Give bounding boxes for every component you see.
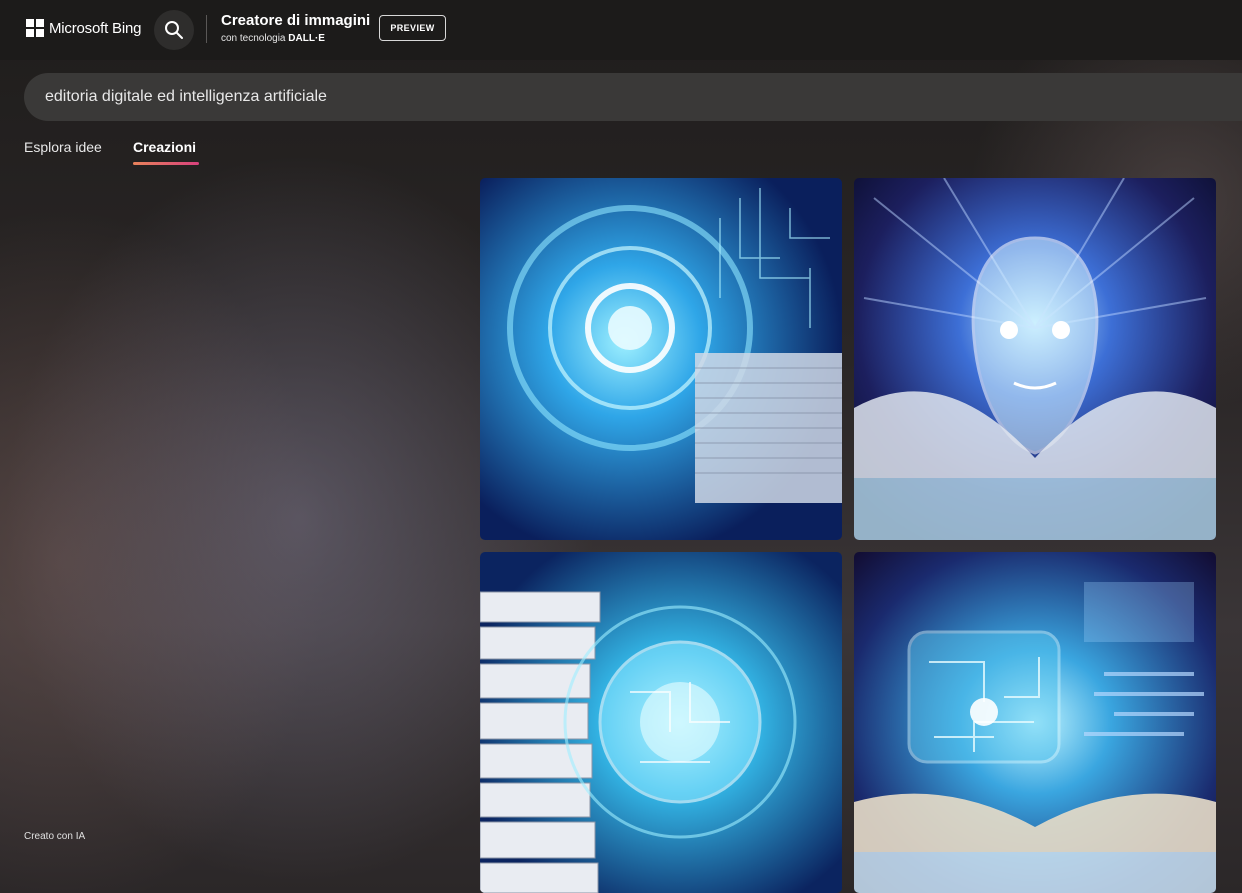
search-button[interactable] <box>154 10 194 50</box>
generated-image-1[interactable] <box>480 178 842 540</box>
top-header: Microsoft Bing Creatore di immagini con … <box>0 0 1242 60</box>
tab-explore-ideas[interactable]: Esplora idee <box>24 139 102 155</box>
tab-creations[interactable]: Creazioni <box>133 139 196 155</box>
brand-name: Microsoft Bing <box>49 19 142 37</box>
microsoft-logo-icon <box>26 19 44 37</box>
product-subtitle: con tecnologia DALL·E <box>221 33 370 44</box>
product-title-block: Creatore di immagini con tecnologia DALL… <box>221 12 370 44</box>
generated-image-4[interactable] <box>854 552 1216 893</box>
ai-credit-label: Creato con IA <box>24 831 86 842</box>
header-divider <box>206 15 207 43</box>
subtitle-prefix: con tecnologia <box>221 33 289 44</box>
preview-button[interactable]: PREVIEW <box>379 15 446 41</box>
subtitle-brand: DALL·E <box>288 33 325 44</box>
search-input[interactable]: editoria digitale ed intelligenza artifi… <box>45 88 327 106</box>
active-tab-indicator <box>133 162 199 165</box>
search-icon <box>165 21 183 39</box>
generated-image-3[interactable] <box>480 552 842 893</box>
generated-image-2[interactable] <box>854 178 1216 540</box>
search-bar[interactable]: editoria digitale ed intelligenza artifi… <box>24 73 1242 121</box>
product-title: Creatore di immagini <box>221 12 371 29</box>
bing-logo[interactable]: Microsoft Bing <box>26 19 141 37</box>
